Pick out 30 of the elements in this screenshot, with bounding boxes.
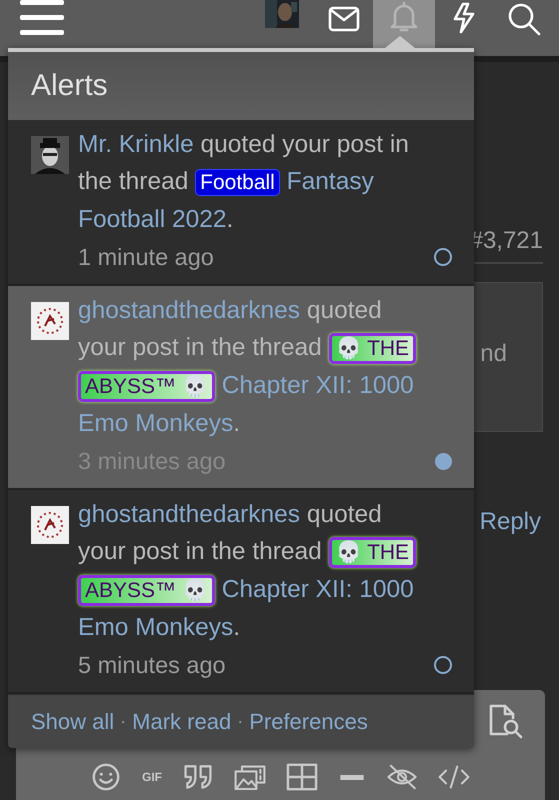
footer-link[interactable]: Preferences [249, 708, 368, 734]
separator: · [120, 711, 126, 732]
read-toggle-icon[interactable] [434, 656, 452, 674]
gif-button[interactable]: GIF [142, 770, 162, 784]
alert-item[interactable]: Mr. Krinkle quoted your post in the thread Football Fantasy Football 2022. 1 minute ago [8, 120, 474, 286]
menu-title: Alerts [31, 69, 108, 103]
footer-link[interactable]: Mark read [132, 708, 232, 734]
alert-text: Mr. Krinkle quoted your post in the thread Football Fantasy Football 2022. [78, 130, 410, 235]
footer-link[interactable]: Show all [31, 708, 114, 734]
quote-icon[interactable] [182, 762, 214, 792]
preview-icon[interactable] [487, 704, 523, 740]
bell-icon [390, 2, 418, 32]
alert-item[interactable]: ghostandthedarknes quoted your post in the thread 💀 THE ABYSS™ 💀 Chapter XII: 1000 Emo Monkeys. 5 minutes ago [8, 490, 474, 694]
read-toggle-icon[interactable] [434, 248, 452, 266]
eye-slash-icon[interactable] [386, 762, 418, 792]
smiley-icon[interactable] [90, 762, 122, 792]
lightning-icon[interactable] [451, 2, 477, 34]
quote-text: nd [480, 340, 507, 368]
mail-icon[interactable] [328, 6, 360, 32]
search-icon[interactable] [507, 2, 541, 36]
alert-text: ghostandthedarknes quoted your post in the thread 💀 THE ABYSS™ 💀 Chapter XII: 1000 Emo Monkeys. [78, 292, 432, 442]
alerts-button[interactable] [373, 0, 435, 48]
table-icon[interactable] [286, 762, 318, 792]
alert-text: ghostandthedarknes quoted your post in the thread 💀 THE ABYSS™ 💀 Chapter XII: 1000 Emo Monkeys. [78, 496, 432, 646]
alert-time: 5 minutes ago [78, 652, 226, 678]
reply-link[interactable]: Reply [480, 508, 541, 536]
unread-dot[interactable] [435, 452, 452, 470]
menu-icon[interactable] [20, 0, 64, 36]
separator: · [237, 711, 244, 732]
alert-time: 1 minute ago [78, 244, 214, 270]
